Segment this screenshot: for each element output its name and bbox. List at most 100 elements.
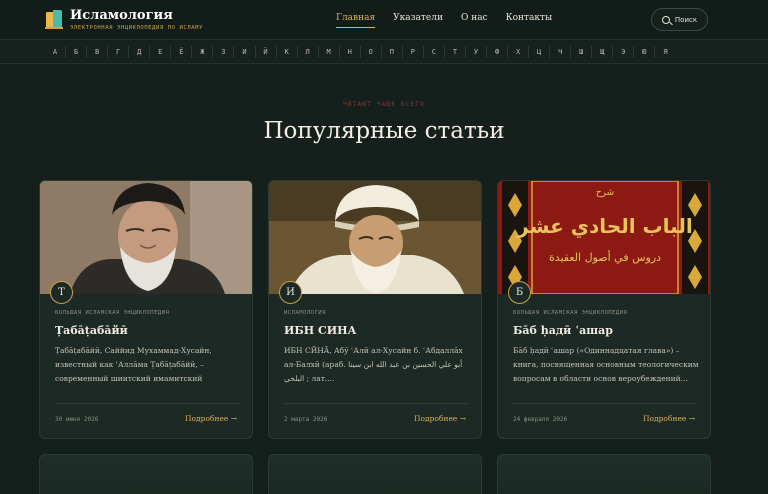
alphabet-index: АБВГДЕЁЖЗИЙКЛМНОПРСТУФХЦЧШЩЭЮЯ xyxy=(0,40,768,64)
nav-about[interactable]: О нас xyxy=(461,13,488,28)
article-category: БОЛЬШАЯ ИСЛАМСКАЯ ЭНЦИКЛОПЕДИЯ xyxy=(55,310,170,316)
article-description: Бāб ḥадӣ ʿашар («Одиннадцатая глава») – … xyxy=(513,346,699,383)
article-date: 24 февраля 2026 xyxy=(513,416,568,423)
alphabet-separator xyxy=(633,46,635,58)
nav-indexes[interactable]: Указатели xyxy=(393,13,443,28)
article-image[interactable] xyxy=(40,181,252,294)
read-more-link[interactable]: Подробнее → xyxy=(414,414,466,423)
article-letter-badge: И xyxy=(279,281,302,304)
article-title[interactable]: Бāб ḥадӣ ʿашар xyxy=(513,324,613,337)
alphabet-letter[interactable]: Ц xyxy=(528,40,550,64)
alphabet-letter[interactable]: Ф xyxy=(486,40,508,64)
alphabet-letter[interactable]: Ж xyxy=(191,40,213,64)
nav-home[interactable]: Главная xyxy=(336,13,376,28)
alphabet-letter[interactable]: Х xyxy=(507,40,529,64)
alphabet-letter[interactable]: Э xyxy=(612,40,634,64)
alphabet-letter[interactable]: Ё xyxy=(170,40,192,64)
alphabet-separator xyxy=(128,46,130,58)
alphabet-separator xyxy=(486,46,488,58)
article-description: Ṭабāṭабāйӣ, Саййид Мухаммад-Хусайн, изве… xyxy=(55,346,212,383)
search-icon xyxy=(661,15,670,24)
article-title[interactable]: ИБН СИНА xyxy=(284,324,357,337)
search-button[interactable]: Поиск xyxy=(651,8,708,31)
alphabet-separator xyxy=(296,46,298,58)
alphabet-letter[interactable]: Й xyxy=(255,40,277,64)
alphabet-separator xyxy=(86,46,88,58)
book-icon xyxy=(44,9,64,31)
alphabet-separator xyxy=(591,46,593,58)
alphabet-separator xyxy=(528,46,530,58)
alphabet-letter[interactable]: О xyxy=(360,40,382,64)
alphabet-separator xyxy=(212,46,214,58)
article-category: ИСЛАМОЛОГИЯ xyxy=(284,310,326,316)
article-card[interactable]: شرح الباب الحادي عشر دروس في أصول العقيد… xyxy=(497,180,711,439)
alphabet-letter[interactable]: Б xyxy=(65,40,87,64)
section-kicker: ЧИТАЮТ ЧАЩЕ ВСЕГО xyxy=(343,101,425,108)
site-logo[interactable]: Исламология ЭЛЕКТРОННАЯ ЭНЦИКЛОПЕДИЯ ПО … xyxy=(44,9,203,31)
article-category: БОЛЬШАЯ ИСЛАМСКАЯ ЭНЦИКЛОПЕДИЯ xyxy=(513,310,628,316)
alphabet-letter[interactable]: Р xyxy=(402,40,424,64)
card-divider xyxy=(513,403,697,404)
alphabet-letter[interactable]: Щ xyxy=(591,40,613,64)
alphabet-letter[interactable]: У xyxy=(465,40,487,64)
alphabet-separator xyxy=(443,46,445,58)
article-card[interactable]: И ИСЛАМОЛОГИЯ ИБН СИНА ИБН СӢНĀ, Абӯ ʿАл… xyxy=(268,180,482,439)
alphabet-separator xyxy=(170,46,172,58)
article-image[interactable] xyxy=(269,181,481,294)
alphabet-letter[interactable]: Ш xyxy=(570,40,592,64)
alphabet-letter[interactable]: Н xyxy=(339,40,361,64)
alphabet-letter[interactable]: В xyxy=(86,40,108,64)
book-cover-top: شرح xyxy=(596,188,614,198)
site-name: Исламология xyxy=(70,8,173,23)
alphabet-letter[interactable]: Я xyxy=(654,40,676,64)
alphabet-letter[interactable]: Л xyxy=(297,40,319,64)
alphabet-separator xyxy=(507,46,509,58)
alphabet-separator xyxy=(465,46,466,58)
article-card-partial[interactable] xyxy=(268,454,482,494)
alphabet-separator xyxy=(401,46,403,58)
alphabet-separator xyxy=(338,46,340,58)
article-date: 30 июня 2026 xyxy=(55,416,99,423)
alphabet-separator xyxy=(233,46,235,58)
article-image[interactable]: شرح الباب الحادي عشر دروس في أصول العقيد… xyxy=(498,181,710,294)
book-cover-subtitle: دروس في أصول العقيدة xyxy=(549,250,661,264)
alphabet-letter[interactable]: П xyxy=(381,40,403,64)
alphabet-letter[interactable]: Е xyxy=(149,40,171,64)
article-date: 2 марта 2026 xyxy=(284,416,328,423)
alphabet-separator xyxy=(191,46,193,58)
alphabet-letter[interactable]: С xyxy=(423,40,445,64)
search-label: Поиск xyxy=(674,15,698,24)
nav-contacts[interactable]: Контакты xyxy=(506,13,553,28)
read-more-link[interactable]: Подробнее → xyxy=(185,414,237,423)
section-title: Популярные статьи xyxy=(263,118,505,144)
alphabet-letter[interactable]: М xyxy=(318,40,340,64)
card-divider xyxy=(284,403,468,404)
alphabet-separator xyxy=(422,46,424,58)
alphabet-separator xyxy=(380,46,382,58)
main-nav: Главная Указатели О нас Контакты xyxy=(336,13,570,28)
alphabet-letter[interactable]: Ю xyxy=(633,40,655,64)
alphabet-separator xyxy=(549,46,551,58)
alphabet-letter[interactable]: Г xyxy=(107,40,129,64)
article-letter-badge: Т xyxy=(50,281,73,304)
alphabet-letter[interactable]: А xyxy=(44,40,66,64)
article-card[interactable]: Т БОЛЬШАЯ ИСЛАМСКАЯ ЭНЦИКЛОПЕДИЯ Ṭабāṭаб… xyxy=(39,180,253,439)
alphabet-separator xyxy=(275,46,277,58)
article-card-partial[interactable] xyxy=(497,454,711,494)
alphabet-separator xyxy=(317,46,319,58)
alphabet-separator xyxy=(654,46,656,58)
card-divider xyxy=(55,403,239,404)
alphabet-separator xyxy=(107,46,109,58)
article-title[interactable]: Ṭабāṭабāйӣ xyxy=(55,324,128,337)
alphabet-letter[interactable]: К xyxy=(276,40,298,64)
alphabet-letter[interactable]: Д xyxy=(128,40,150,64)
alphabet-separator xyxy=(254,46,256,58)
alphabet-separator xyxy=(65,46,67,58)
article-card-partial[interactable] xyxy=(39,454,253,494)
site-tagline: ЭЛЕКТРОННАЯ ЭНЦИКЛОПЕДИЯ ПО ИСЛАМУ xyxy=(70,25,203,31)
alphabet-letter[interactable]: З xyxy=(212,40,234,64)
alphabet-letter[interactable]: И xyxy=(233,40,255,64)
alphabet-letter[interactable]: Ч xyxy=(549,40,571,64)
alphabet-letter[interactable]: Т xyxy=(444,40,466,64)
read-more-link[interactable]: Подробнее → xyxy=(643,414,695,423)
